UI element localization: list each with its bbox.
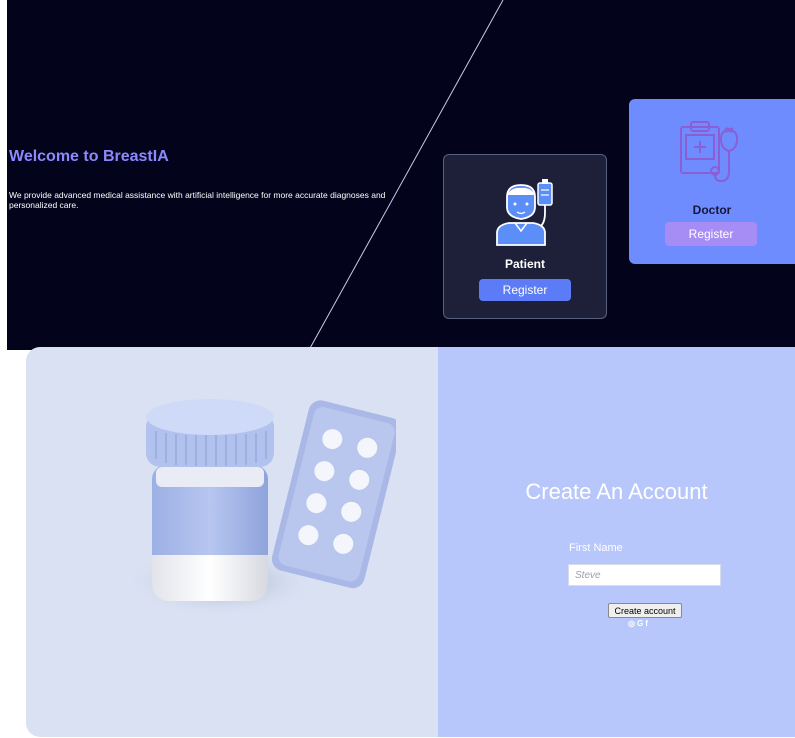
facebook-icon[interactable]: f bbox=[645, 619, 648, 628]
patient-title: Patient bbox=[504, 257, 545, 271]
register-section: Create An Account First Name Create acco… bbox=[26, 347, 795, 737]
create-account-button[interactable]: Create account bbox=[608, 603, 682, 618]
medicine-bottle-and-pills-illustration bbox=[126, 399, 396, 617]
welcome-description: We provide advanced medical assistance w… bbox=[9, 190, 386, 210]
first-name-label: First Name bbox=[569, 542, 623, 554]
patient-iv-icon bbox=[496, 179, 553, 246]
illustration-panel bbox=[26, 347, 438, 737]
patient-register-button[interactable]: Register bbox=[479, 279, 571, 301]
google-icon[interactable]: G bbox=[637, 619, 643, 628]
social-login-icons: ◎ G f bbox=[628, 619, 648, 628]
signup-panel: Create An Account First Name Create acco… bbox=[438, 347, 795, 737]
welcome-title: Welcome to BreastIA bbox=[9, 148, 169, 165]
first-name-input[interactable] bbox=[568, 564, 721, 586]
doctor-card: Doctor Register bbox=[629, 99, 795, 264]
patient-card: Patient Register bbox=[443, 154, 607, 319]
doctor-title: Doctor bbox=[692, 203, 732, 217]
clipboard-stethoscope-icon bbox=[680, 121, 739, 183]
doctor-register-button[interactable]: Register bbox=[665, 222, 757, 246]
create-account-title: Create An Account bbox=[525, 479, 708, 504]
instagram-icon[interactable]: ◎ bbox=[628, 619, 635, 628]
